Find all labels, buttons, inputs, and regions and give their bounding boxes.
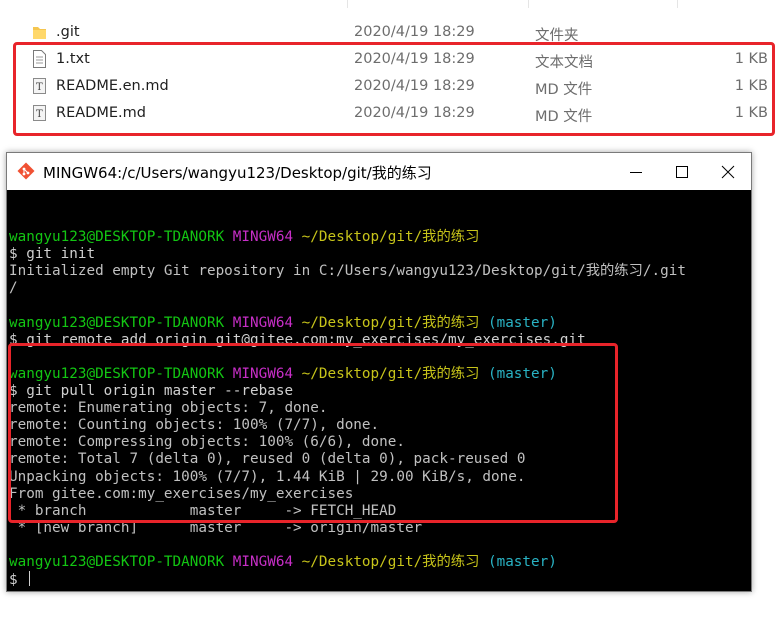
prompt-env: MINGW64 (232, 229, 294, 246)
folder-icon (32, 23, 47, 41)
prompt-line: wangyu123@DESKTOP-TDANORK MINGW64 ~/Desk… (9, 554, 749, 571)
command-line: $ git init (9, 246, 96, 263)
minimize-button[interactable] (613, 153, 659, 190)
prompt-path: ~/Desktop/git/我的练习 (301, 314, 480, 331)
prompt-env: MINGW64 (232, 553, 294, 570)
file-name: .git (56, 24, 80, 40)
git-bash-window: MINGW64:/c/Users/wangyu123/Desktop/git/我… (6, 152, 752, 592)
close-button[interactable] (705, 153, 751, 190)
file-explorer: .git 2020/4/19 18:29 文件夹 1.txt 2020/4/19… (0, 0, 780, 150)
prompt-env: MINGW64 (232, 314, 294, 331)
title-bar[interactable]: MINGW64:/c/Users/wangyu123/Desktop/git/我… (7, 153, 751, 190)
prompt-line: wangyu123@DESKTOP-TDANORK MINGW64 ~/Desk… (9, 229, 749, 246)
column-separator (677, 0, 678, 8)
prompt-user: wangyu123@DESKTOP-TDANORK (9, 314, 225, 331)
prompt-user: wangyu123@DESKTOP-TDANORK (9, 553, 225, 570)
maximize-button[interactable] (659, 153, 705, 190)
prompt-path: ~/Desktop/git/我的练习 (301, 229, 480, 246)
file-date: 2020/4/19 18:29 (354, 24, 475, 40)
prompt-user: wangyu123@DESKTOP-TDANORK (9, 229, 225, 246)
prompt-branch: (master) (487, 553, 557, 570)
highlight-box-pull (8, 343, 618, 523)
output-line: / (9, 280, 18, 297)
input-line[interactable]: $ (9, 571, 749, 588)
prompt-line: wangyu123@DESKTOP-TDANORK MINGW64 ~/Desk… (9, 315, 749, 332)
current-prompt: $ (9, 572, 27, 589)
prompt-path: ~/Desktop/git/我的练习 (301, 553, 480, 570)
highlight-box-files (13, 42, 775, 136)
window-title: MINGW64:/c/Users/wangyu123/Desktop/git/我… (43, 164, 432, 182)
column-separator (347, 0, 348, 8)
prompt-branch: (master) (487, 314, 557, 331)
output-line: Initialized empty Git repository in C:/U… (9, 263, 686, 280)
git-logo-icon (17, 162, 35, 180)
column-separator (528, 0, 529, 8)
